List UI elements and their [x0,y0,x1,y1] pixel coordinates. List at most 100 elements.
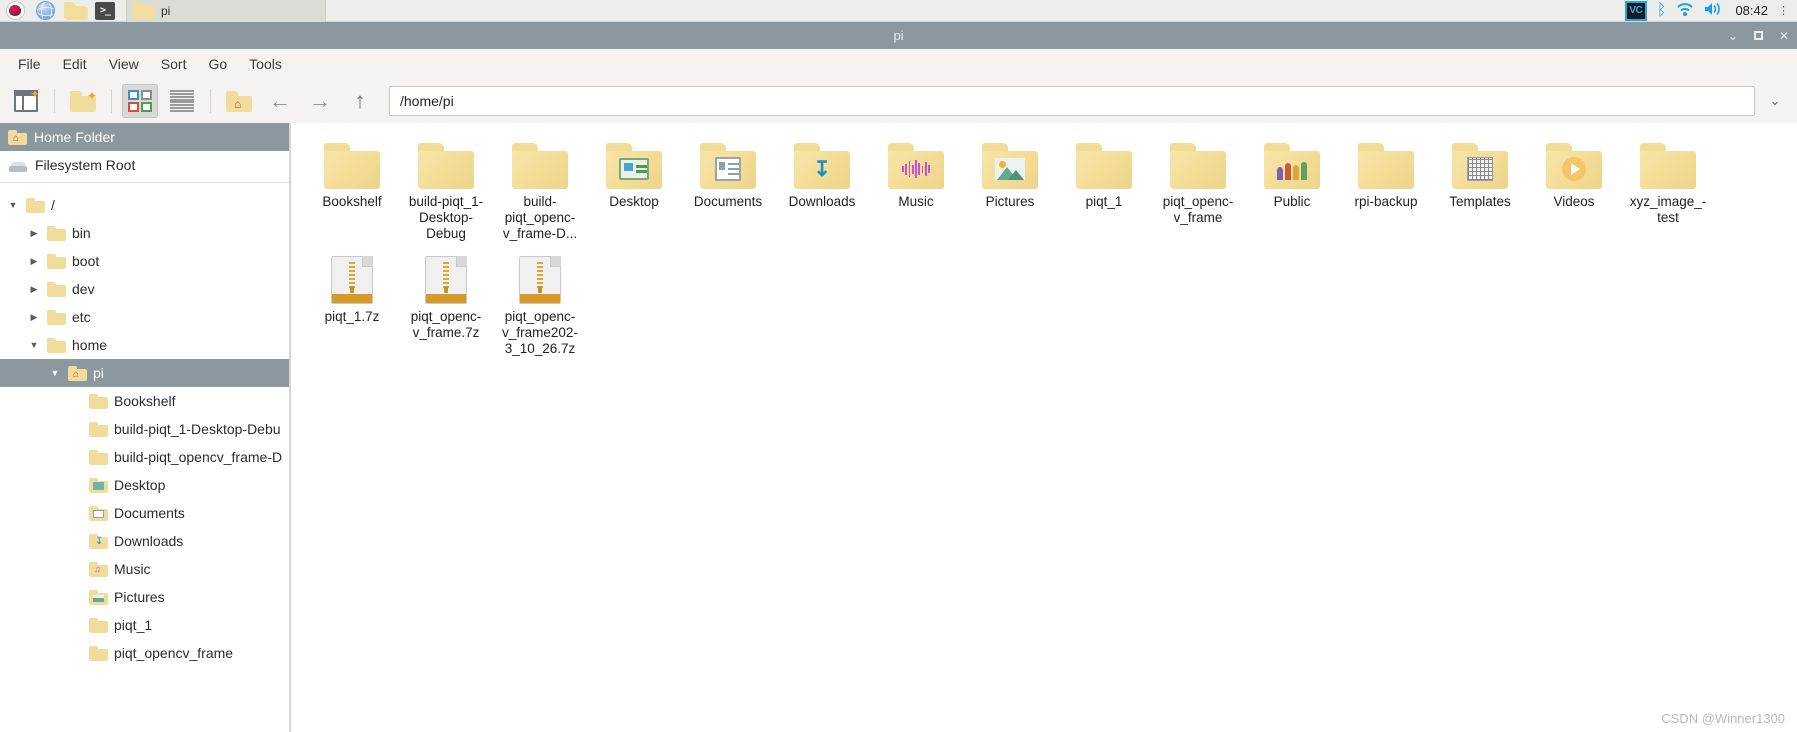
file-item-piqt_1.7z[interactable]: piqt_1.7z [305,248,399,363]
web-browser-icon[interactable] [30,0,60,22]
bluetooth-icon[interactable]: ᛒ [1657,2,1667,19]
list-view-button[interactable] [164,84,200,118]
file-item-piqt_openc-v_frame202-3_10_26.7z[interactable]: piqt_openc- v_frame202- 3_10_26.7z [493,248,587,363]
path-input[interactable]: /home/pi [389,86,1755,116]
file-item-label: piqt_openc- v_frame202- 3_10_26.7z [502,309,578,356]
tree-item-music[interactable]: ♫ Music [0,555,289,583]
tree-item-label: Documents [114,505,185,521]
tree-item-desktop[interactable]: Desktop [0,471,289,499]
folder-item-downloads[interactable]: ↧ Downloads [775,133,869,248]
tree-item-label: piqt_opencv_frame [114,645,234,661]
back-button[interactable]: ← [263,84,297,118]
folder-item-music[interactable]: Music [869,133,963,248]
sidebar-item-filesystem-root[interactable]: Filesystem Root [0,151,289,179]
volume-icon[interactable] [1704,1,1723,21]
tree-item-bin[interactable]: ▶ bin [0,219,289,247]
tree-item-home[interactable]: ▼ home [0,331,289,359]
folder-item-videos[interactable]: Videos [1527,133,1621,248]
tray-overflow-icon[interactable]: ⋮ [1778,4,1789,17]
folder-item-pictures[interactable]: Pictures [963,133,1057,248]
folder-icon [512,137,568,189]
tree-item-dev[interactable]: ▶ dev [0,275,289,303]
file-item-label: build- piqt_openc- v_frame-D... [502,194,578,241]
tree-item-downloads[interactable]: ↧ Downloads [0,527,289,555]
chevron-down-icon[interactable]: ⌄ [1761,84,1789,118]
folder-item-rpi-backup[interactable]: rpi-backup [1339,133,1433,248]
forward-button[interactable]: → [303,84,337,118]
drive-icon [8,158,28,172]
folder-item-public[interactable]: Public [1245,133,1339,248]
tree-item-boot[interactable]: ▶ boot [0,247,289,275]
terminal-glyph: >_ [95,1,115,20]
tree-item-label: Bookshelf [114,393,176,409]
folder-item-desktop[interactable]: Desktop [587,133,681,248]
chevron-right-icon[interactable]: ▶ [27,228,41,239]
menu-view[interactable]: View [99,52,149,76]
vnc-icon[interactable]: VC [1624,0,1647,21]
close-button[interactable]: ✕ [1779,30,1789,42]
tree-item--[interactable]: ▼ / [0,191,289,219]
tree-item-build-piqt-1-desktop-debu[interactable]: build-piqt_1-Desktop-Debu [0,415,289,443]
tree-item-label: Desktop [114,477,166,493]
tree-item-piqt-1[interactable]: piqt_1 [0,611,289,639]
folder-icon [133,2,155,19]
tree-item-piqt-opencv-frame[interactable]: piqt_opencv_frame [0,639,289,667]
maximize-button[interactable] [1753,31,1763,40]
window-controls: ⌄ ✕ [1728,22,1789,49]
folder-item-build-piqt_1-desktop-debug[interactable]: build-piqt_1- Desktop- Debug [399,133,493,248]
file-item-piqt_openc-v_frame.7z[interactable]: piqt_openc- v_frame.7z [399,248,493,363]
taskbar-window-button-pi[interactable]: pi [126,0,326,22]
folder-item-piqt_1[interactable]: piqt_1 [1057,133,1151,248]
menu-tools[interactable]: Tools [239,52,292,76]
folder-icon [418,137,474,189]
tree-item-build-piqt-opencv-frame-d[interactable]: build-piqt_opencv_frame-D [0,443,289,471]
tree-item-label: Downloads [114,533,184,549]
wifi-icon[interactable] [1676,2,1694,20]
folder-icon [1358,137,1414,189]
window-titlebar[interactable]: pi ⌄ ✕ [0,22,1797,49]
folder-item-piqt_openc-v_frame[interactable]: piqt_openc- v_frame [1151,133,1245,248]
folder-item-documents[interactable]: Documents [681,133,775,248]
tree-item-etc[interactable]: ▶ etc [0,303,289,331]
chevron-down-icon[interactable]: ▼ [48,368,62,378]
file-item-label: Public [1273,194,1311,209]
sidebar-item-home-folder[interactable]: ⌂ Home Folder [0,123,289,151]
window-body: ⌂ Home Folder Filesystem Root ▼ / ▶ bin ▶ boo… [0,123,1797,732]
chevron-right-icon[interactable]: ▶ [27,312,41,323]
folder-item-build-piqt_openc-v_frame-d...[interactable]: build- piqt_openc- v_frame-D... [493,133,587,248]
folder-item-templates[interactable]: Templates [1433,133,1527,248]
chevron-right-icon[interactable]: ▶ [27,284,41,295]
tree-item-pi[interactable]: ▼ ⌂ pi [0,359,289,387]
file-item-label: Templates [1449,194,1511,209]
menu-file[interactable]: File [8,52,51,76]
folder-item-bookshelf[interactable]: Bookshelf [305,133,399,248]
tree-item-label: Music [114,561,151,577]
tree-item-label: build-piqt_1-Desktop-Debu [114,421,281,437]
clock[interactable]: 08:42 [1733,3,1768,18]
file-manager-icon[interactable] [60,0,90,22]
new-tab-button[interactable]: ✦ [8,84,44,118]
raspberry-menu-icon[interactable] [0,0,30,22]
menu-go[interactable]: Go [198,52,237,76]
home-folder-icon: ⌂ [226,90,252,112]
tree-item-pictures[interactable]: Pictures [0,583,289,611]
chevron-down-icon[interactable]: ▼ [27,340,41,350]
tree-item-bookshelf[interactable]: Bookshelf [0,387,289,415]
minimize-button[interactable]: ⌄ [1728,30,1738,42]
folder-item-xyz_image_-test[interactable]: xyz_image_- test [1621,133,1715,248]
home-button[interactable]: ⌂ [221,84,257,118]
tree-item-documents[interactable]: Documents [0,499,289,527]
chevron-down-icon[interactable]: ▼ [6,200,20,210]
chevron-right-icon[interactable]: ▶ [27,256,41,267]
icon-view-button[interactable] [122,84,158,118]
folder-icon [47,281,66,297]
up-button[interactable]: ↑ [343,84,377,118]
tree-item-label: etc [72,309,91,325]
terminal-icon[interactable]: >_ [90,0,120,22]
menu-sort[interactable]: Sort [151,52,197,76]
menu-edit[interactable]: Edit [53,52,97,76]
file-list-view[interactable]: Bookshelf build-piqt_1- Desktop- Debug bui… [291,123,1797,732]
new-folder-button[interactable]: ✦ [65,84,101,118]
folder-icon [47,337,66,353]
file-item-label: Documents [693,194,763,209]
